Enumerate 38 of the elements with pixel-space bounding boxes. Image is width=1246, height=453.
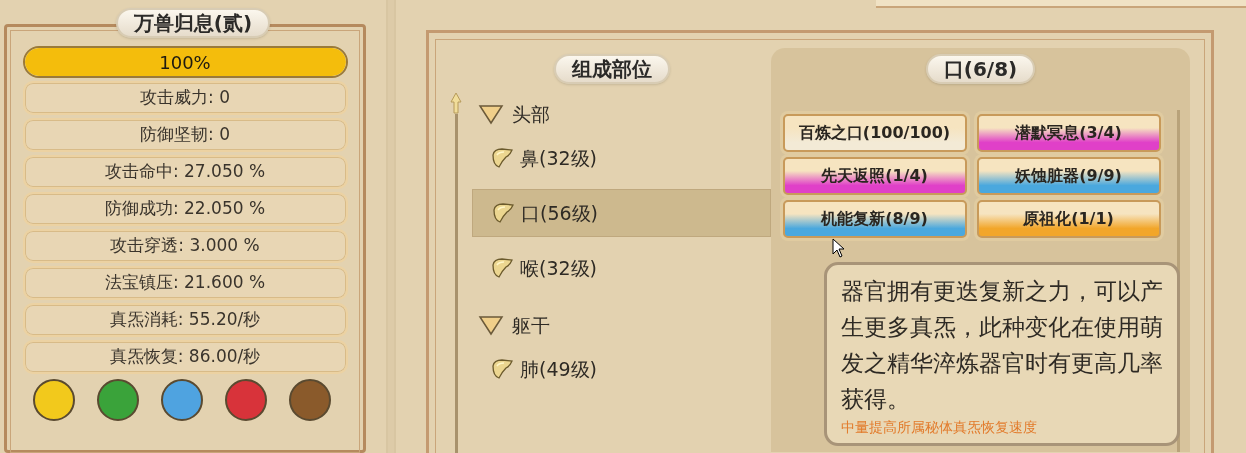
trait-button[interactable]: 妖蚀脏器(9/9) (976, 157, 1161, 195)
progress-label: 100% (158, 50, 212, 75)
panel-title: 万兽归息(贰) (115, 8, 271, 38)
expand-triangle-icon[interactable] (478, 103, 504, 125)
stat-row: 攻击威力: 0 (22, 81, 348, 115)
trait-button[interactable]: 原祖化(1/1) (976, 200, 1161, 238)
trait-button[interactable]: 机能复新(8/9) (782, 200, 967, 238)
organ-icon (490, 358, 514, 380)
stat-row: 法宝镇压: 21.600 % (22, 266, 348, 300)
element-button[interactable] (224, 379, 267, 421)
expand-triangle-icon[interactable] (478, 314, 504, 336)
element-button[interactable] (160, 379, 203, 421)
element-button[interactable] (96, 379, 139, 421)
stat-row: 真炁恢复: 86.00/秒 (22, 340, 348, 374)
tree-group-label[interactable]: 躯干 (512, 310, 550, 340)
cursor-icon (832, 238, 846, 258)
tooltip-effect: 中量提高所属秘体真炁恢复速度 (841, 418, 1038, 437)
trait-button[interactable]: 百炼之口(100/100) (782, 114, 967, 152)
stat-row: 防御坚韧: 0 (22, 118, 348, 152)
organ-icon (491, 202, 515, 224)
stat-row: 攻击穿透: 3.000 % (22, 229, 348, 263)
section-title: 组成部位 (553, 54, 670, 84)
organ-icon (490, 147, 514, 169)
stat-row: 攻击命中: 27.050 % (22, 155, 348, 189)
tree-item[interactable]: 鼻(32级) (472, 134, 771, 182)
tree-item[interactable]: 口(56级) (472, 189, 771, 237)
organ-icon (490, 257, 514, 279)
stat-row: 防御成功: 22.050 % (22, 192, 348, 226)
stat-row: 真炁消耗: 55.20/秒 (22, 303, 348, 337)
trait-button[interactable]: 潜默冥息(3/4) (976, 114, 1161, 152)
tree-item[interactable]: 肺(49级) (472, 345, 771, 393)
tooltip-description: 器官拥有更迭复新之力，可以产生更多真炁，此种变化在使用萌发之精华淬炼器官时有更高几率获得。 (841, 277, 1163, 414)
section-title: 口(6/8) (925, 54, 1036, 84)
element-button[interactable] (32, 379, 75, 421)
tree-item[interactable]: 喉(32级) (472, 244, 771, 292)
element-button[interactable] (288, 379, 331, 421)
trait-button[interactable]: 先天返照(1/4) (782, 157, 967, 195)
tree-group-label[interactable]: 头部 (512, 99, 550, 129)
